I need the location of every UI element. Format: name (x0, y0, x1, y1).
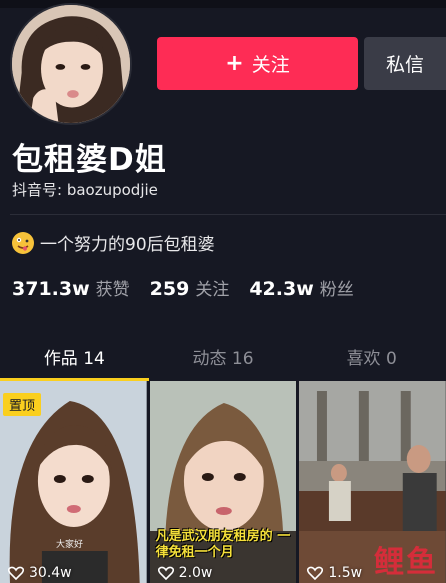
bio-text: 一个努力的90后包租婆 (40, 235, 215, 255)
message-button[interactable]: 私信 (364, 37, 446, 90)
followers-count: 42.3w (249, 278, 314, 300)
pinned-badge: 置顶 (3, 393, 42, 416)
avatar-photo (12, 5, 130, 123)
heart-icon (157, 566, 174, 580)
plus-icon: + (225, 51, 244, 76)
video-likes: 30.4w (8, 565, 72, 581)
video-grid: 置顶 大家好 30.4w 凡是武汉朋友租房的 一律免租一个月 2.0w 1.5w… (0, 381, 446, 583)
followers-label: 粉丝 (319, 280, 354, 300)
stats-row: 371.3w 获赞 259 关注 42.3w 粉丝 (12, 275, 374, 300)
stat-likes[interactable]: 371.3w 获赞 (12, 275, 130, 300)
heart-icon (307, 566, 324, 580)
video-tile[interactable]: 凡是武汉朋友租房的 一律免租一个月 2.0w (149, 381, 297, 583)
profile-tabs: 作品 14 动态 16 喜欢 0 (0, 335, 446, 381)
tab-likes[interactable]: 喜欢 0 (297, 335, 446, 381)
following-label: 关注 (195, 280, 230, 300)
stat-following[interactable]: 259 关注 (150, 275, 230, 300)
zany-face-icon (12, 231, 34, 254)
video-likes: 2.0w (157, 565, 213, 581)
video-caption: 凡是武汉朋友租房的 一律免租一个月 (155, 529, 291, 560)
likes-label: 获赞 (95, 280, 130, 300)
follow-label: 关注 (251, 54, 290, 76)
likes-count: 1.5w (328, 565, 363, 581)
avatar[interactable] (10, 3, 132, 125)
video-tile[interactable]: 置顶 大家好 30.4w (0, 381, 147, 583)
divider (10, 214, 446, 215)
video-tile[interactable]: 1.5w 鲤鱼 (299, 381, 446, 583)
video-likes: 1.5w (307, 565, 362, 581)
following-count: 259 (149, 278, 190, 300)
stat-followers[interactable]: 42.3w 粉丝 (249, 275, 353, 300)
profile-nickname: 包租婆D姐 (12, 142, 167, 178)
likes-count: 371.3w (12, 278, 90, 300)
likes-count: 2.0w (178, 565, 213, 581)
message-label: 私信 (385, 54, 424, 76)
profile-bio: 一个努力的90后包租婆 (12, 230, 215, 255)
watermark-logo: 鲤鱼 (374, 545, 439, 580)
tab-updates[interactable]: 动态 16 (149, 335, 298, 381)
follow-button[interactable]: + 关注 (157, 37, 358, 90)
heart-icon (8, 566, 24, 580)
douyin-id: 抖音号: baozupodjie (12, 181, 158, 199)
likes-count: 30.4w (29, 565, 72, 581)
video-caption: 大家好 (56, 540, 84, 550)
tab-works[interactable]: 作品 14 (0, 335, 149, 381)
